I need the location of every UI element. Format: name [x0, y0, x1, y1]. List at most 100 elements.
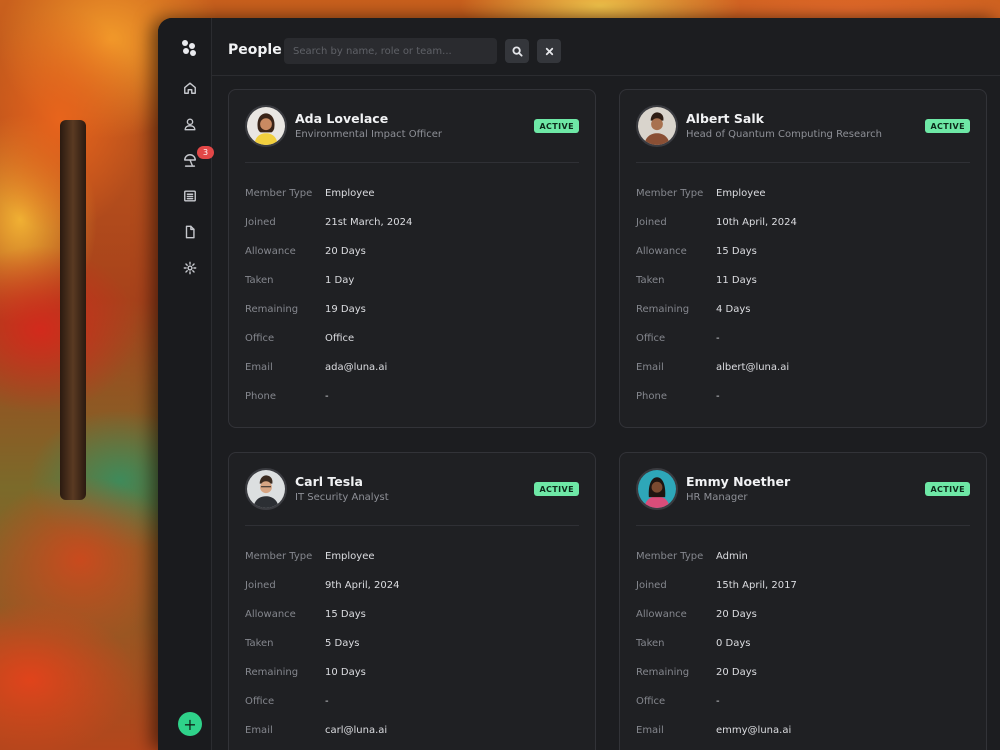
avatar	[636, 105, 678, 147]
field-label: Joined	[245, 580, 276, 591]
person-card-carl-tesla[interactable]: Carl Tesla IT Security Analyst ACTIVE Me…	[228, 452, 596, 750]
field-value: 4 Days	[716, 304, 751, 315]
app-window: 3 + People Ada Lovelace Environmental Im…	[158, 18, 1000, 750]
person-card-ada-lovelace[interactable]: Ada Lovelace Environmental Impact Office…	[228, 89, 596, 428]
field-value: 10th April, 2024	[716, 217, 797, 228]
field-value: 5 Days	[325, 638, 360, 649]
field-remaining: Remaining 4 Days	[636, 304, 970, 333]
status-badge: ACTIVE	[534, 482, 579, 496]
person-card-emmy-noether[interactable]: Emmy Noether HR Manager ACTIVE Member Ty…	[619, 452, 987, 750]
field-value: Office	[325, 333, 355, 344]
field-value: 20 Days	[716, 667, 757, 678]
field-member-type: Member Type Employee	[245, 551, 579, 580]
status-badge: ACTIVE	[925, 482, 970, 496]
field-value: 15 Days	[716, 246, 757, 257]
app-logo[interactable]	[182, 40, 198, 56]
field-remaining: Remaining 10 Days	[245, 667, 579, 696]
email-link[interactable]: ada@luna.ai	[325, 362, 387, 373]
person-name: Albert Salk	[686, 111, 764, 126]
email-link[interactable]: albert@luna.ai	[716, 362, 789, 373]
field-allowance: Allowance 20 Days	[245, 246, 579, 275]
field-office: Office -	[245, 696, 579, 725]
page-title: People	[228, 42, 282, 58]
field-member-type: Member Type Admin	[636, 551, 970, 580]
top-bar: People	[212, 18, 1000, 76]
field-label: Allowance	[636, 609, 687, 620]
beach-umbrella-icon	[184, 154, 196, 167]
field-taken: Taken 1 Day	[245, 275, 579, 304]
status-badge: ACTIVE	[925, 119, 970, 133]
add-person-button[interactable]: +	[178, 712, 202, 736]
sidebar-item-reports[interactable]	[178, 184, 202, 208]
field-joined: Joined 10th April, 2024	[636, 217, 970, 246]
person-role: Head of Quantum Computing Research	[686, 129, 882, 140]
person-name: Carl Tesla	[295, 474, 363, 489]
field-value: Employee	[325, 188, 375, 199]
notification-badge: 3	[197, 146, 214, 159]
field-label: Office	[245, 333, 275, 344]
field-taken: Taken 5 Days	[245, 638, 579, 667]
search-icon	[511, 45, 523, 57]
field-value: 15th April, 2017	[716, 580, 797, 591]
details-list: Member Type Admin Joined 15th April, 2017 …	[636, 551, 970, 750]
sidebar-item-settings[interactable]	[178, 256, 202, 280]
field-value: Employee	[716, 188, 766, 199]
field-value: 11 Days	[716, 275, 757, 286]
field-label: Taken	[245, 275, 274, 286]
field-label: Joined	[636, 580, 667, 591]
divider	[636, 162, 970, 163]
divider	[245, 525, 579, 526]
field-taken: Taken 11 Days	[636, 275, 970, 304]
field-label: Allowance	[245, 246, 296, 257]
field-email: Email emmy@luna.ai	[636, 725, 970, 750]
email-link[interactable]: carl@luna.ai	[325, 725, 387, 736]
field-label: Email	[636, 362, 664, 373]
person-name: Emmy Noether	[686, 474, 791, 489]
field-joined: Joined 15th April, 2017	[636, 580, 970, 609]
field-remaining: Remaining 20 Days	[636, 667, 970, 696]
sidebar-item-home[interactable]	[178, 76, 202, 100]
field-label: Remaining	[636, 667, 690, 678]
field-member-type: Member Type Employee	[245, 188, 579, 217]
sidebar-item-people[interactable]	[178, 112, 202, 136]
field-label: Allowance	[245, 609, 296, 620]
field-label: Taken	[636, 638, 665, 649]
field-label: Joined	[636, 217, 667, 228]
field-label: Email	[245, 362, 273, 373]
field-joined: Joined 9th April, 2024	[245, 580, 579, 609]
field-label: Taken	[245, 638, 274, 649]
field-label: Remaining	[636, 304, 690, 315]
avatar	[245, 468, 287, 510]
person-role: HR Manager	[686, 492, 748, 503]
tree-trunk	[60, 120, 86, 500]
search-button[interactable]	[505, 39, 529, 63]
field-allowance: Allowance 15 Days	[245, 609, 579, 638]
field-email: Email ada@luna.ai	[245, 362, 579, 391]
field-value: -	[325, 696, 329, 707]
field-email: Email carl@luna.ai	[245, 725, 579, 750]
field-value: 15 Days	[325, 609, 366, 620]
field-value: -	[325, 391, 329, 402]
gear-icon	[183, 261, 197, 275]
details-list: Member Type Employee Joined 9th April, 202…	[245, 551, 579, 750]
field-label: Taken	[636, 275, 665, 286]
field-email: Email albert@luna.ai	[636, 362, 970, 391]
field-label: Phone	[636, 391, 667, 402]
field-value: 9th April, 2024	[325, 580, 400, 591]
field-label: Member Type	[245, 551, 313, 562]
field-value: Admin	[716, 551, 748, 562]
sidebar-item-documents[interactable]	[178, 220, 202, 244]
field-value: 1 Day	[325, 275, 355, 286]
search-input[interactable]	[284, 38, 497, 64]
field-office: Office -	[636, 696, 970, 725]
list-icon	[184, 190, 196, 202]
field-member-type: Member Type Employee	[636, 188, 970, 217]
clear-search-button[interactable]	[537, 39, 561, 63]
field-value: 19 Days	[325, 304, 366, 315]
email-link[interactable]: emmy@luna.ai	[716, 725, 791, 736]
field-label: Remaining	[245, 667, 299, 678]
field-office: Office -	[636, 333, 970, 362]
person-card-albert-salk[interactable]: Albert Salk Head of Quantum Computing Re…	[619, 89, 987, 428]
field-value: -	[716, 391, 720, 402]
person-role: Environmental Impact Officer	[295, 129, 443, 140]
